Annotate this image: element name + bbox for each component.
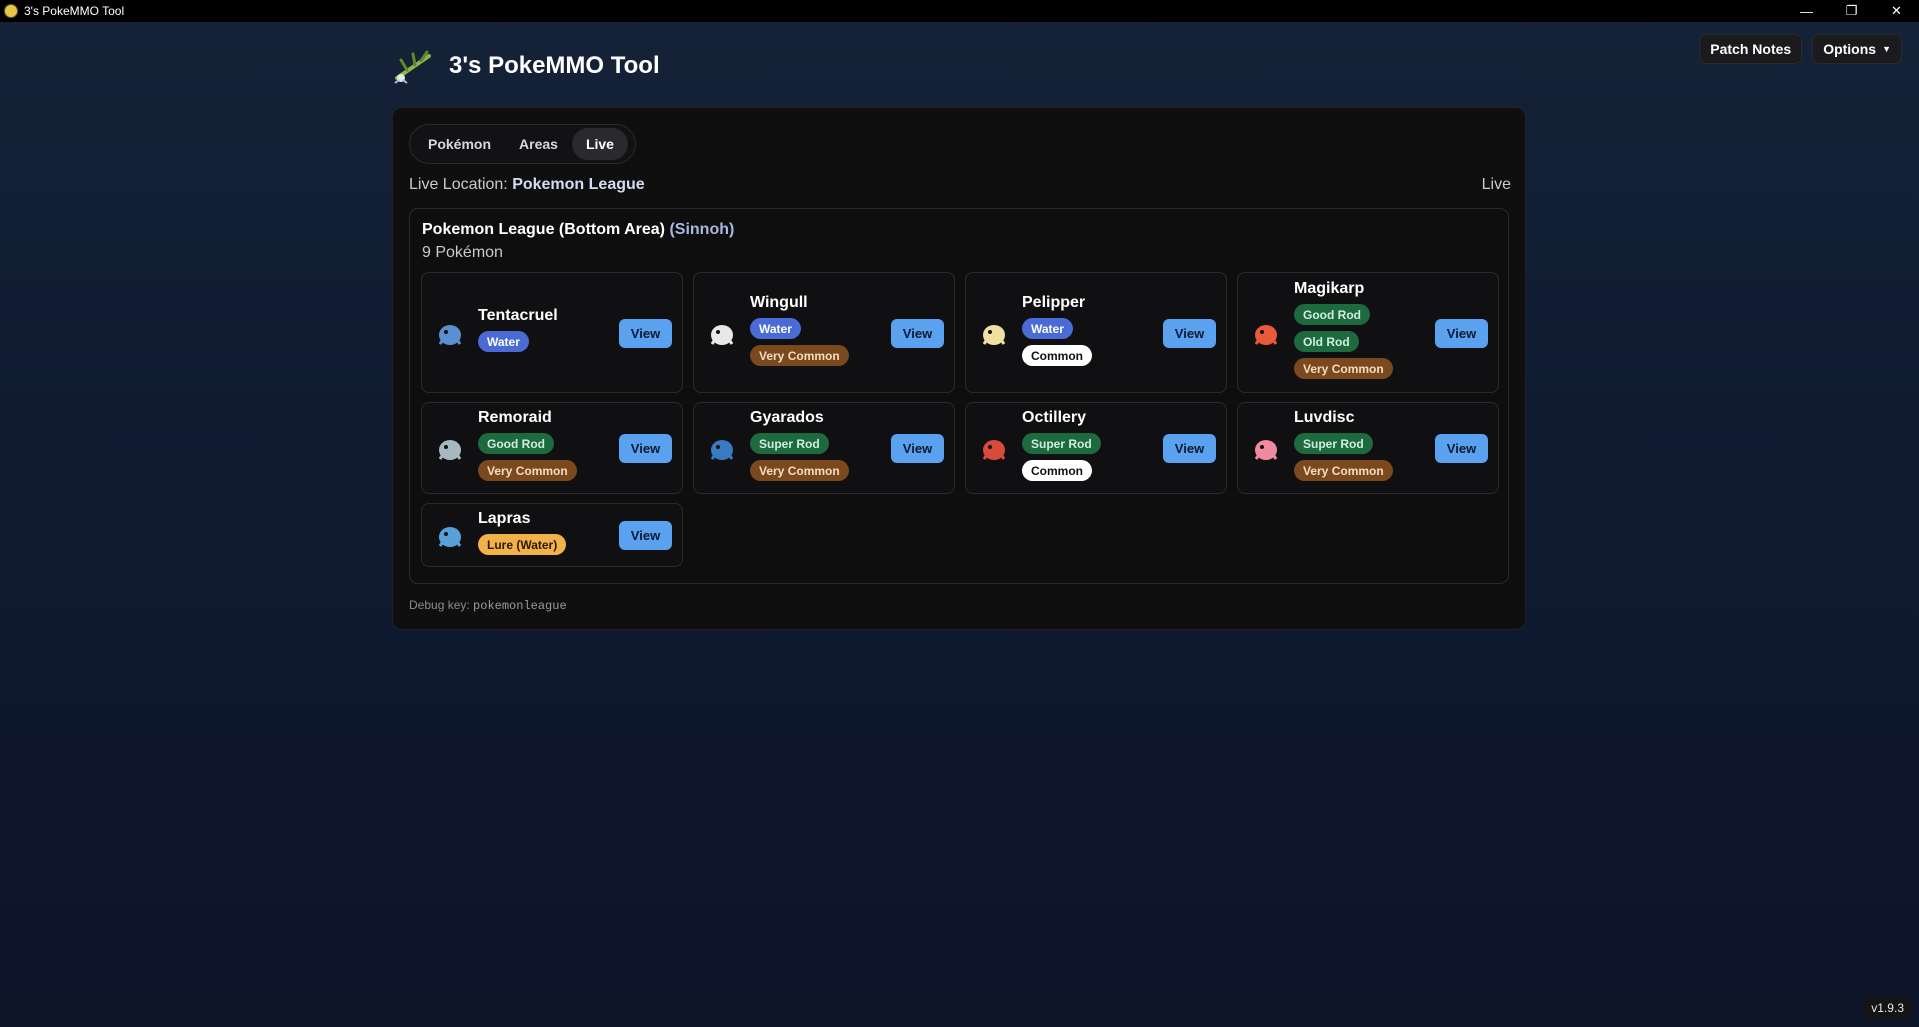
view-button[interactable]: View [619,319,672,348]
view-button[interactable]: View [891,319,944,348]
pokemon-badges: Good Rod Old Rod Very Common [1294,304,1393,379]
top-right-actions: Patch Notes Options ▼ [1699,34,1902,64]
pokemon-name: Luvdisc [1294,409,1355,426]
pokemon-name: Remoraid [478,409,552,426]
tab-areas[interactable]: Areas [505,128,572,160]
view-button[interactable]: View [1435,434,1488,463]
pokemon-sprite-icon [434,318,466,350]
pokemon-badge: Very Common [1294,460,1393,481]
restore-icon[interactable]: ❐ [1829,0,1874,22]
logo-icon [393,48,435,84]
pokemon-sprite-icon [706,433,738,465]
pokemon-badge: Common [1022,460,1092,481]
live-location-name: Pokemon League [512,176,645,193]
pokemon-badge: Water [750,318,801,339]
pokemon-badges: Water Common [1022,318,1092,366]
live-status: Live [1481,176,1511,193]
pokemon-sprite-icon [434,520,466,552]
debug-key: pokemonleague [473,599,567,613]
tab-bar: Pokémon Areas Live [409,124,636,164]
view-button[interactable]: View [891,434,944,463]
area-name: Pokemon League (Bottom Area) [422,221,665,238]
pokemon-card: Gyarados Super Rod Very Common View [693,402,955,494]
window-titlebar: 3's PokeMMO Tool — ❐ ✕ [0,0,1919,22]
pokemon-badges: Water Very Common [750,318,849,366]
tab-live[interactable]: Live [571,128,628,160]
debug-label: Debug key: [409,598,470,612]
area-region: (Sinnoh) [669,221,735,238]
caret-down-icon: ▼ [1882,44,1891,54]
pokemon-card: Magikarp Good Rod Old Rod Very Common View [1237,272,1499,393]
pokemon-badge: Very Common [750,345,849,366]
view-button[interactable]: View [1435,319,1488,348]
minimize-icon[interactable]: — [1784,0,1829,22]
pokemon-badge: Common [1022,345,1092,366]
close-icon[interactable]: ✕ [1874,0,1919,22]
pokemon-badges: Good Rod Very Common [478,433,577,481]
area-title: Pokemon League (Bottom Area) (Sinnoh) [422,221,734,239]
pokemon-name: Wingull [750,294,808,311]
live-location: Live Location: Pokemon League [409,176,645,194]
pokemon-card: Pelipper Water Common View [965,272,1227,393]
pokemon-name: Gyarados [750,409,824,426]
area-pokemon-count: 9 Pokémon [422,244,503,261]
view-button[interactable]: View [619,434,672,463]
view-button[interactable]: View [1163,319,1216,348]
window-controls: — ❐ ✕ [1784,0,1919,22]
pokemon-badge: Very Common [478,460,577,481]
pokemon-badge: Old Rod [1294,331,1359,352]
area-section: Pokemon League (Bottom Area) (Sinnoh) 9 … [409,208,1509,584]
pokemon-sprite-icon [1250,318,1282,350]
pokemon-badges: Super Rod Common [1022,433,1101,481]
pokemon-sprite-icon [1250,433,1282,465]
pokemon-badge: Very Common [750,460,849,481]
pokemon-card: Octillery Super Rod Common View [965,402,1227,494]
options-dropdown-button[interactable]: Options ▼ [1812,34,1902,64]
pokemon-name: Pelipper [1022,294,1086,311]
patch-notes-button[interactable]: Patch Notes [1699,34,1803,64]
view-button[interactable]: View [619,521,672,550]
debug-info: Debug key: pokemonleague [409,598,567,613]
pokemon-badge: Super Rod [750,433,829,454]
live-location-prefix: Live Location: [409,176,508,193]
pokemon-card: Remoraid Good Rod Very Common View [421,402,683,494]
options-label: Options [1823,41,1877,57]
window-title: 3's PokeMMO Tool [24,4,125,18]
pokemon-name: Octillery [1022,409,1087,426]
pokemon-badge: Super Rod [1022,433,1101,454]
pokemon-card: Lapras Lure (Water) View [421,503,683,567]
version-badge: v1.9.3 [1864,997,1911,1019]
pokemon-card: Wingull Water Very Common View [693,272,955,393]
pokemon-sprite-icon [706,318,738,350]
pokemon-card: Tentacruel Water View [421,272,683,393]
pokemon-sprite-icon [978,433,1010,465]
pokemon-badge: Very Common [1294,358,1393,379]
tab-pokemon[interactable]: Pokémon [414,128,505,160]
pokemon-sprite-icon [978,318,1010,350]
app-header: 3's PokeMMO Tool [393,48,660,84]
pokemon-badge: Good Rod [1294,304,1370,325]
app-icon [4,4,18,18]
pokemon-badge: Good Rod [478,433,554,454]
pokemon-sprite-icon [434,433,466,465]
pokemon-badges: Super Rod Very Common [750,433,849,481]
pokemon-name: Magikarp [1294,280,1365,297]
pokemon-card: Luvdisc Super Rod Very Common View [1237,402,1499,494]
pokemon-badge: Water [478,331,529,352]
patch-notes-label: Patch Notes [1710,41,1792,57]
pokemon-badges: Water [478,331,529,352]
view-button[interactable]: View [1163,434,1216,463]
pokemon-badge: Water [1022,318,1073,339]
pokemon-badge: Lure (Water) [478,534,567,555]
pokemon-name: Lapras [478,510,531,527]
main-panel: Pokémon Areas Live Live Location: Pokemo… [392,107,1526,630]
pokemon-badges: Super Rod Very Common [1294,433,1393,481]
pokemon-badges: Lure (Water) [478,534,567,555]
app-title: 3's PokeMMO Tool [449,52,660,79]
pokemon-name: Tentacruel [478,307,558,324]
pokemon-badge: Super Rod [1294,433,1373,454]
